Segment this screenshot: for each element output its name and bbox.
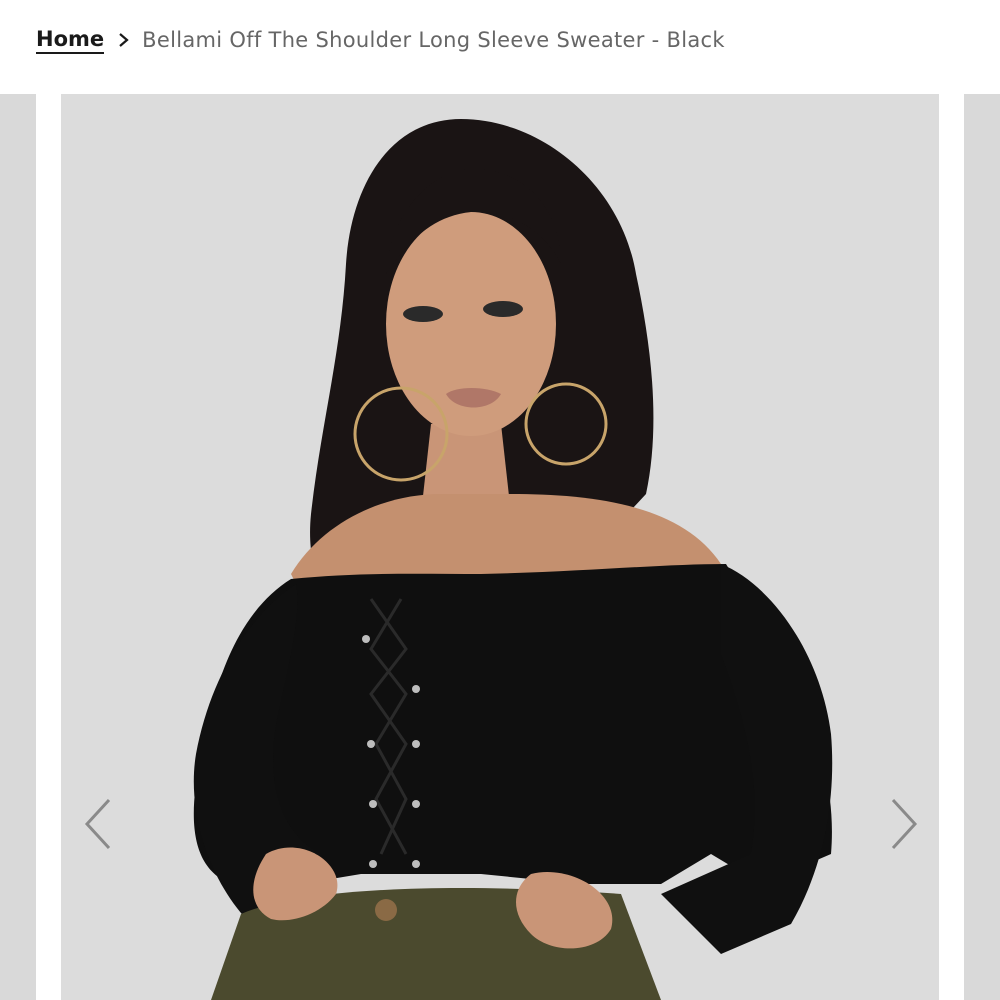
next-slide-peek[interactable] — [964, 94, 1000, 1000]
chevron-left-icon — [84, 798, 111, 850]
breadcrumb-current-page: Bellami Off The Shoulder Long Sleeve Swe… — [142, 28, 725, 52]
product-photo — [61, 94, 939, 1000]
breadcrumb-home-link[interactable]: Home — [36, 26, 105, 54]
product-image-slide[interactable] — [61, 94, 939, 1000]
previous-slide-peek[interactable] — [0, 94, 36, 1000]
chevron-right-icon — [891, 798, 918, 850]
chevron-right-icon — [119, 33, 129, 47]
carousel-next-button[interactable] — [884, 794, 924, 854]
product-image-carousel[interactable] — [0, 94, 1000, 1000]
carousel-prev-button[interactable] — [78, 794, 118, 854]
breadcrumb: Home Bellami Off The Shoulder Long Sleev… — [36, 26, 725, 54]
